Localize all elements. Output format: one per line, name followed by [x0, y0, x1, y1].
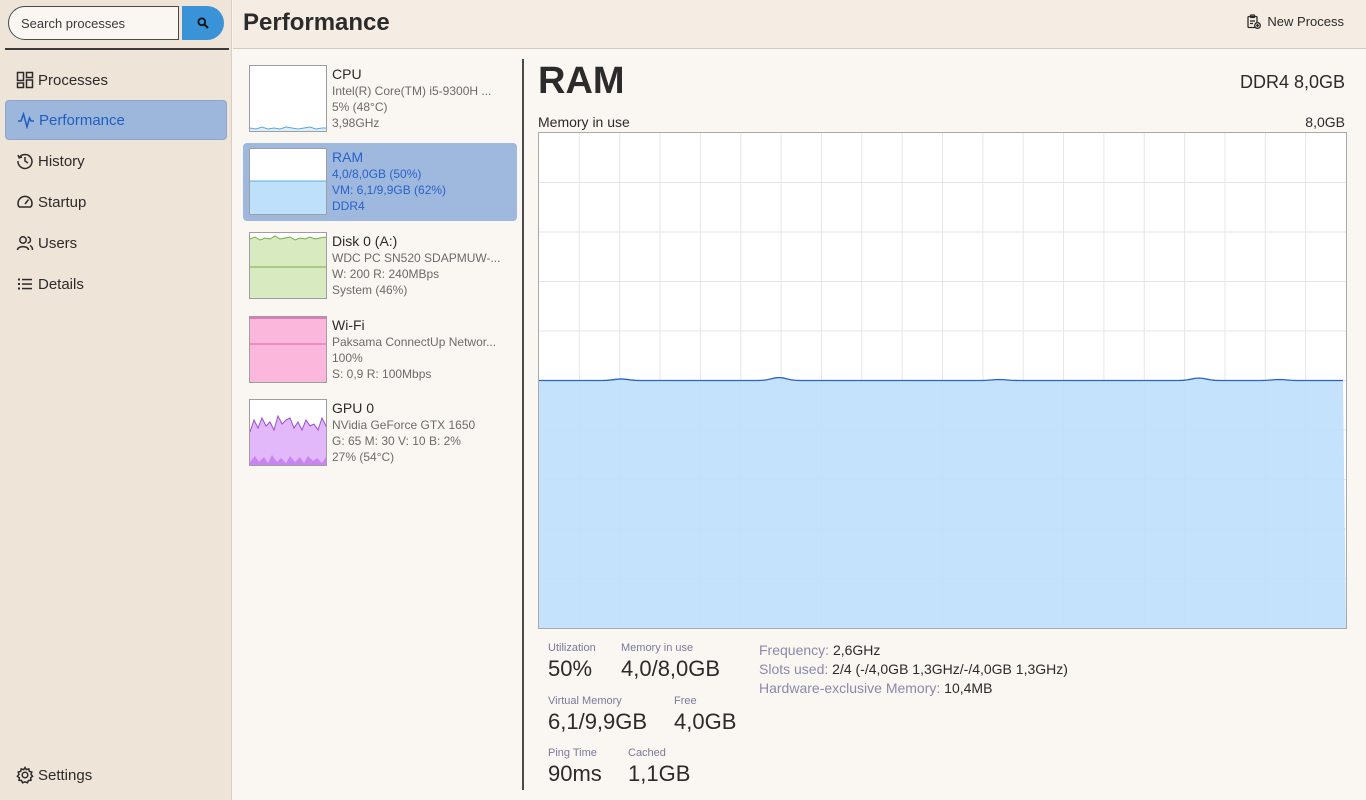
device-detail: System (46%) [332, 283, 408, 297]
stat-memory-in-use: Memory in use 4,0/8,0GB [621, 641, 720, 683]
device-detail: 3,98GHz [332, 116, 380, 130]
property-label: Hardware-exclusive Memory: [759, 680, 941, 696]
stat-value: 90ms [548, 761, 602, 786]
property-frequency: Frequency: 2,6GHz [759, 642, 880, 658]
nav-item-users[interactable]: Users [5, 223, 227, 263]
device-name: Wi-Fi [332, 317, 365, 333]
device-detail: 100% [332, 351, 363, 365]
stat-label: Ping Time [548, 747, 597, 759]
property-value: 10,4MB [944, 680, 993, 696]
device-detail: DDR4 [332, 199, 365, 213]
device-detail: Intel(R) Core(TM) i5-9300H ... [332, 84, 492, 98]
device-detail: G: 65 M: 30 V: 10 B: 2% [332, 434, 461, 448]
stat-label: Virtual Memory [548, 695, 622, 707]
stat-value: 50% [548, 656, 593, 681]
nav-label: Processes [38, 71, 109, 89]
graph-label: Memory in use [538, 114, 630, 130]
nav-item-details[interactable]: Details [5, 264, 227, 304]
device-name: Disk 0 (A:) [332, 233, 398, 249]
cpu-thumbnail-graph [249, 65, 327, 132]
property-label: Frequency: [759, 642, 830, 658]
graph-max-label: 8,0GB [1305, 114, 1345, 130]
detail-title: RAM [538, 60, 625, 102]
device-detail: VM: 6,1/9,9GB (62%) [332, 183, 447, 197]
nav-label: Startup [38, 193, 87, 211]
new-process-icon [1247, 14, 1262, 29]
device-item-disk[interactable]: Disk 0 (A:) WDC PC SN520 SDAPMUW-... W: … [243, 227, 517, 305]
stat-cached: Cached 1,1GB [628, 746, 690, 788]
device-name: GPU 0 [332, 400, 375, 416]
list-icon [15, 274, 35, 294]
gear-icon [15, 765, 35, 785]
search-input[interactable] [8, 6, 179, 40]
sidebar-divider [5, 48, 229, 50]
gauge-icon [15, 192, 35, 212]
device-name: RAM [332, 149, 364, 165]
header: Performance New Process [233, 0, 1366, 49]
stat-label: Utilization [548, 642, 596, 654]
device-detail: NVidia GeForce GTX 1650 [332, 418, 476, 432]
history-icon [15, 151, 35, 171]
property-label: Slots used: [759, 661, 829, 677]
users-icon [15, 233, 35, 253]
settings-label: Settings [38, 766, 93, 784]
memory-usage-graph [538, 132, 1347, 629]
device-detail: W: 200 R: 240MBps [332, 267, 440, 281]
device-item-wifi[interactable]: Wi-Fi Paksama ConnectUp Networ... 100% S… [243, 311, 517, 389]
stat-label: Free [674, 695, 697, 707]
page-title: Performance [243, 9, 390, 36]
property-hw-exclusive: Hardware-exclusive Memory: 10,4MB [759, 680, 992, 696]
nav-item-performance[interactable]: Performance [5, 100, 227, 140]
nav-item-history[interactable]: History [5, 141, 227, 181]
stat-utilization: Utilization 50% [548, 641, 596, 683]
gpu-thumbnail-graph [249, 399, 327, 466]
memory-usage-area [539, 377, 1346, 628]
stat-label: Memory in use [621, 642, 694, 654]
ram-thumbnail-graph [249, 148, 327, 215]
device-detail: 27% (54°C) [332, 450, 395, 464]
device-item-cpu[interactable]: CPU Intel(R) Core(TM) i5-9300H ... 5% (4… [243, 60, 517, 138]
device-detail: 5% (48°C) [332, 100, 388, 114]
new-process-button[interactable]: New Process [1246, 14, 1344, 29]
settings-button[interactable]: Settings [5, 757, 227, 793]
stat-value: 4,0GB [674, 709, 737, 734]
stat-free: Free 4,0GB [674, 694, 736, 736]
nav-label: Users [38, 234, 78, 252]
device-name: CPU [332, 66, 362, 82]
detail-subtitle: DDR4 8,0GB [1239, 72, 1345, 92]
device-detail: S: 0,9 R: 100Mbps [332, 367, 432, 381]
grid-icon [15, 70, 35, 90]
stat-ping-time: Ping Time 90ms [548, 746, 602, 788]
device-item-ram[interactable]: RAM 4,0/8,0GB (50%) VM: 6,1/9,9GB (62%) … [243, 143, 517, 221]
property-value: 2/4 (-/4,0GB 1,3GHz/-/4,0GB 1,3GHz) [832, 661, 1068, 677]
nav-label: History [38, 152, 85, 170]
pulse-icon [16, 110, 36, 130]
search-icon [197, 17, 209, 29]
new-process-label: New Process [1267, 14, 1344, 29]
stat-virtual-memory: Virtual Memory 6,1/9,9GB [548, 694, 647, 736]
device-item-gpu[interactable]: GPU 0 NVidia GeForce GTX 1650 G: 65 M: 3… [243, 394, 517, 472]
nav-label: Details [38, 275, 84, 293]
device-detail: WDC PC SN520 SDAPMUW-... [332, 251, 501, 265]
nav-label: Performance [39, 111, 125, 129]
stat-label: Cached [628, 747, 666, 759]
device-detail: Paksama ConnectUp Networ... [332, 335, 497, 349]
stat-value: 1,1GB [628, 761, 691, 786]
stat-value: 6,1/9,9GB [548, 709, 648, 734]
nav-item-processes[interactable]: Processes [5, 60, 227, 100]
nav-item-startup[interactable]: Startup [5, 182, 227, 222]
sidebar: Processes Performance History Startup [0, 0, 232, 800]
wifi-thumbnail-graph [249, 316, 327, 383]
stat-value: 4,0/8,0GB [621, 656, 721, 681]
property-value: 2,6GHz [832, 642, 881, 658]
search-bar [8, 6, 224, 40]
disk-thumbnail-graph [249, 232, 327, 299]
property-slots-used: Slots used: 2/4 (-/4,0GB 1,3GHz/-/4,0GB … [759, 661, 1068, 677]
device-detail: 4,0/8,0GB (50%) [332, 167, 422, 181]
pane-divider[interactable] [522, 59, 524, 790]
search-button[interactable] [182, 6, 224, 40]
